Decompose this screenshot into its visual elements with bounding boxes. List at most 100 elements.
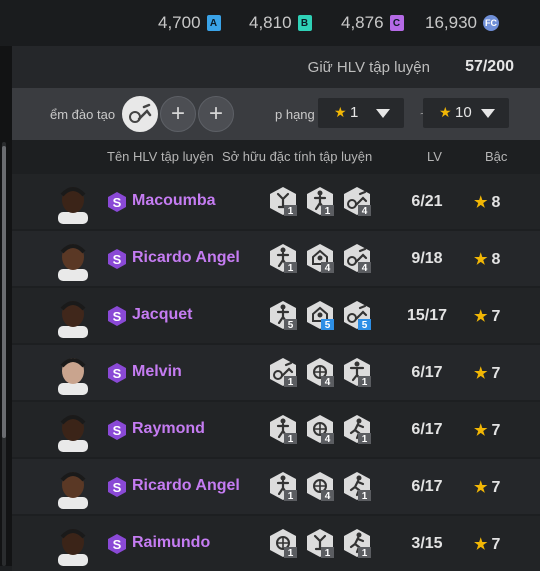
trainer-name[interactable]: Melvin bbox=[132, 363, 182, 381]
trait-level: 1 bbox=[362, 548, 368, 559]
min-grade-dropdown[interactable]: ★ 1 bbox=[318, 98, 404, 128]
svg-text:S: S bbox=[113, 252, 122, 267]
trainer-grade-value: 8 bbox=[491, 251, 501, 268]
trainer-grade-value: 7 bbox=[491, 536, 501, 553]
trainer-row[interactable]: S Ricardo Angel 1 4 4 9/18 ★ 8 bbox=[12, 231, 540, 286]
trainer-level: 3/15 bbox=[411, 535, 443, 552]
shot-icon: 1 bbox=[270, 415, 297, 445]
trainer-level: 6/17 bbox=[411, 478, 443, 495]
trait-level: 5 bbox=[325, 320, 331, 331]
trainer-level: 6/17 bbox=[411, 421, 443, 438]
currency-fc-value: 16,930 bbox=[425, 13, 477, 32]
svg-text:S: S bbox=[113, 423, 122, 438]
currency-b-value: 4,810 bbox=[249, 13, 292, 32]
max-grade-dropdown[interactable]: ★ 10 bbox=[423, 98, 509, 128]
trainer-grade: ★ 7 bbox=[474, 478, 500, 497]
trait-level: 1 bbox=[288, 206, 294, 217]
trainer-grade: ★ 7 bbox=[474, 364, 500, 383]
svg-text:S: S bbox=[113, 366, 122, 381]
trait-level: 4 bbox=[325, 263, 331, 274]
trainer-hold-label: Giữ HLV tập luyện bbox=[307, 59, 430, 76]
shot-icon: 1 bbox=[270, 244, 297, 274]
trait-level: 4 bbox=[362, 263, 368, 274]
star-icon: ★ bbox=[474, 251, 488, 268]
col-traits[interactable]: Sở hữu đặc tính tập luyện bbox=[222, 149, 372, 164]
trait-level: 4 bbox=[325, 377, 331, 388]
min-grade-value: 1 bbox=[350, 104, 359, 121]
trait-level: 4 bbox=[362, 206, 368, 217]
trainer-name[interactable]: Raymond bbox=[132, 420, 205, 438]
currency-a: 4,700 A bbox=[158, 12, 221, 34]
avatar bbox=[58, 472, 88, 509]
col-trainer-name[interactable]: Tên HLV tập luyện bbox=[107, 149, 214, 164]
plus-icon: + bbox=[170, 100, 185, 127]
trait-level: 1 bbox=[325, 206, 331, 217]
star-icon: ★ bbox=[474, 536, 488, 553]
trainer-name[interactable]: Macoumba bbox=[132, 192, 216, 210]
trainer-grade: ★ 8 bbox=[474, 250, 500, 269]
ball-icon: 1 bbox=[270, 529, 297, 559]
kick-icon: 5 bbox=[344, 301, 371, 331]
trainer-grade: ★ 8 bbox=[474, 193, 500, 212]
trait-filter-chip[interactable] bbox=[122, 96, 158, 132]
avatar bbox=[58, 358, 88, 395]
currency-b-icon: B bbox=[297, 15, 312, 31]
svg-text:S: S bbox=[113, 537, 122, 552]
star-icon: ★ bbox=[474, 479, 488, 496]
star-icon: ★ bbox=[474, 422, 488, 439]
add-filter-button-1[interactable]: + bbox=[160, 96, 196, 132]
svg-text:S: S bbox=[113, 309, 122, 324]
trait-level: 1 bbox=[288, 263, 294, 274]
trainer-row[interactable]: S Ricardo Angel 1 4 1 6/17 ★ 7 bbox=[12, 459, 540, 514]
chevron-down-icon bbox=[481, 109, 495, 118]
avatar bbox=[58, 244, 88, 281]
trait-level: 1 bbox=[362, 434, 368, 445]
currency-a-value: 4,700 bbox=[158, 13, 201, 32]
trainer-name[interactable]: Ricardo Angel bbox=[132, 249, 240, 267]
trainer-hold-count: 57/200 bbox=[465, 58, 514, 75]
star-icon: ★ bbox=[474, 308, 488, 325]
avatar bbox=[58, 187, 88, 224]
trainer-name[interactable]: Raimundo bbox=[132, 534, 210, 552]
trait-level: 1 bbox=[288, 377, 294, 388]
trainer-level: 6/17 bbox=[411, 364, 443, 381]
trainer-row[interactable]: S Melvin 1 4 1 6/17 ★ 7 bbox=[12, 345, 540, 400]
ball-icon: 4 bbox=[307, 415, 334, 445]
trainer-row[interactable]: S Raimundo 1 1 1 3/15 ★ 7 bbox=[12, 516, 540, 571]
trainer-row[interactable]: S Jacquet 5 5 5 15/17 ★ 7 bbox=[12, 288, 540, 343]
kick-icon bbox=[129, 103, 152, 123]
add-filter-button-2[interactable]: + bbox=[198, 96, 234, 132]
trait-level: 1 bbox=[288, 434, 294, 445]
trainer-grade: ★ 7 bbox=[474, 307, 500, 326]
pass-icon: 1 bbox=[307, 529, 334, 559]
trainer-row[interactable]: S Raymond 1 4 1 6/17 ★ 7 bbox=[12, 402, 540, 457]
col-grade[interactable]: Bậc bbox=[485, 149, 507, 164]
chevron-down-icon bbox=[376, 109, 390, 118]
trainer-row[interactable]: S Macoumba 1 1 4 6/21 ★ 8 bbox=[12, 174, 540, 229]
col-lv[interactable]: LV bbox=[427, 149, 442, 164]
rarity-badge-icon: S bbox=[108, 192, 126, 212]
ball-icon: 4 bbox=[307, 358, 334, 388]
trainer-grade-value: 7 bbox=[491, 422, 501, 439]
currency-c-value: 4,876 bbox=[341, 13, 384, 32]
rarity-badge-icon: S bbox=[108, 306, 126, 326]
goalkeeper-icon: 1 bbox=[344, 358, 371, 388]
trainer-name[interactable]: Jacquet bbox=[132, 306, 192, 324]
rarity-badge-icon: S bbox=[108, 249, 126, 269]
shot-icon: 1 bbox=[270, 472, 297, 502]
shot-icon: 1 bbox=[307, 187, 334, 217]
kick-icon: 4 bbox=[344, 187, 371, 217]
column-headers: Tên HLV tập luyện Sở hữu đặc tính tập lu… bbox=[12, 140, 540, 172]
currency-c: 4,876 C bbox=[341, 12, 404, 34]
rank-label: p hạng bbox=[275, 107, 315, 122]
trainer-name[interactable]: Ricardo Angel bbox=[132, 477, 240, 495]
trait-level: 4 bbox=[325, 434, 331, 445]
trainer-grade-value: 7 bbox=[491, 365, 501, 382]
rarity-badge-icon: S bbox=[108, 420, 126, 440]
trait-level: 1 bbox=[325, 548, 331, 559]
trait-level: 4 bbox=[325, 491, 331, 502]
trainer-level: 15/17 bbox=[406, 307, 448, 324]
scrollbar-thumb[interactable] bbox=[2, 146, 6, 438]
currency-fc: 16,930 FC bbox=[425, 12, 499, 34]
rarity-badge-icon: S bbox=[108, 363, 126, 383]
